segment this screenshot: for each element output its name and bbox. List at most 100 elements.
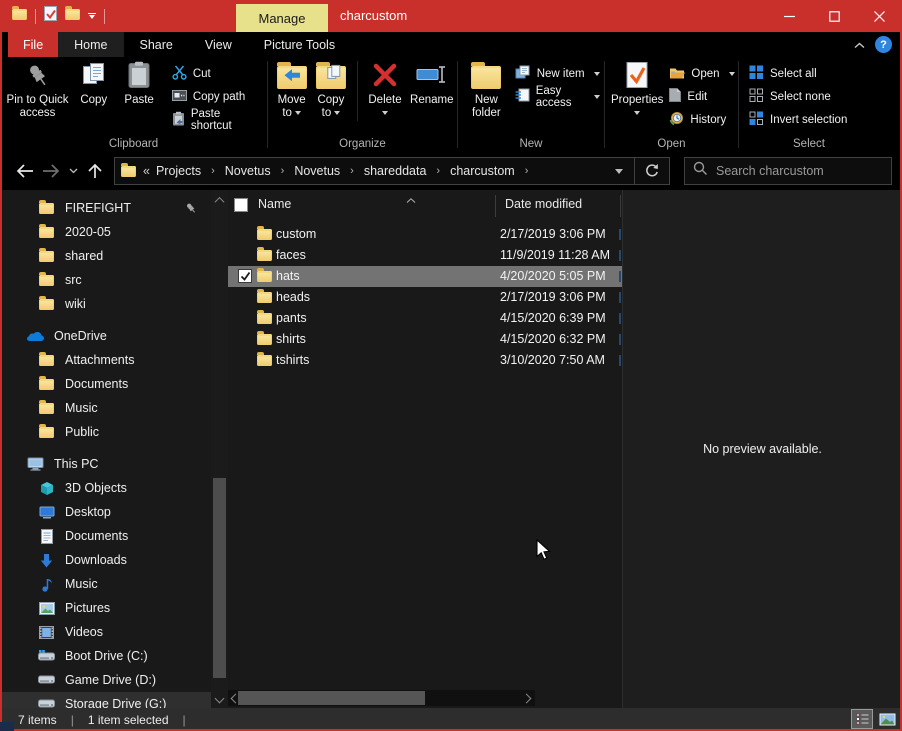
column-divider[interactable] bbox=[495, 195, 496, 217]
row-checkbox-checked[interactable] bbox=[238, 269, 252, 283]
qat-customize-caret-icon[interactable] bbox=[88, 13, 96, 20]
sidebar-item-storage-drive-g[interactable]: Storage Drive (G:) bbox=[0, 692, 211, 708]
refresh-icon[interactable] bbox=[635, 158, 669, 184]
file-row[interactable]: custom2/17/2019 3:06 PM bbox=[228, 224, 622, 245]
copy-to-button[interactable]: Copy to bbox=[311, 57, 350, 120]
delete-button[interactable]: Delete bbox=[364, 57, 407, 120]
sidebar-item-src[interactable]: src bbox=[0, 268, 211, 292]
rename-button[interactable]: Rename bbox=[407, 57, 458, 107]
breadcrumb-item[interactable]: Novetus bbox=[223, 164, 273, 178]
search-icon bbox=[693, 161, 708, 181]
move-to-button[interactable]: Move to bbox=[272, 57, 311, 120]
sidebar-item-documents[interactable]: Documents bbox=[0, 524, 211, 548]
search-input[interactable] bbox=[716, 164, 883, 178]
qat-folder-icon[interactable] bbox=[12, 7, 27, 25]
boot-drive-icon bbox=[37, 650, 56, 662]
file-row[interactable]: faces11/9/2019 11:28 AM bbox=[228, 245, 622, 266]
tab-view[interactable]: View bbox=[189, 32, 248, 57]
preview-pane: No preview available. bbox=[623, 190, 902, 708]
sidebar-item-firefight[interactable]: FIREFIGHT bbox=[0, 196, 211, 220]
horizontal-scrollbar-thumb[interactable] bbox=[238, 691, 425, 705]
paste-button[interactable]: Paste bbox=[116, 57, 161, 107]
sidebar-item-music[interactable]: Music bbox=[0, 572, 211, 596]
select-none-button[interactable]: Select none bbox=[745, 85, 851, 108]
sidebar-item-music-onedrive[interactable]: Music bbox=[0, 396, 211, 420]
collapse-ribbon-icon[interactable] bbox=[854, 36, 865, 54]
sidebar-item-pictures[interactable]: Pictures bbox=[0, 596, 211, 620]
tab-share[interactable]: Share bbox=[124, 32, 189, 57]
breadcrumb-item[interactable]: Projects bbox=[154, 164, 203, 178]
sidebar-item-desktop[interactable]: Desktop bbox=[0, 500, 211, 524]
sidebar-scrollbar-thumb[interactable] bbox=[213, 478, 226, 678]
taskbar-corner bbox=[0, 722, 14, 731]
address-dropdown-icon[interactable] bbox=[604, 158, 634, 184]
minimize-button[interactable] bbox=[767, 0, 812, 32]
sidebar-item-videos[interactable]: Videos bbox=[0, 620, 211, 644]
breadcrumb-item[interactable]: Novetus bbox=[292, 164, 342, 178]
scroll-right-icon[interactable] bbox=[519, 690, 533, 706]
back-button[interactable] bbox=[12, 158, 38, 184]
help-icon[interactable] bbox=[875, 36, 892, 53]
new-folder-button[interactable]: New folder bbox=[464, 57, 509, 120]
sidebar-item-public[interactable]: Public bbox=[0, 420, 211, 444]
qat-folder-icon-2[interactable] bbox=[65, 7, 80, 25]
edit-button[interactable]: Edit bbox=[665, 85, 738, 108]
tab-file[interactable]: File bbox=[8, 32, 58, 57]
sidebar-item-wiki[interactable]: wiki bbox=[0, 292, 211, 316]
copy-button[interactable]: Copy bbox=[71, 57, 116, 107]
cut-button[interactable]: Cut bbox=[168, 62, 267, 85]
sidebar-item-3d-objects[interactable]: 3D Objects bbox=[0, 476, 211, 500]
group-label-clipboard: Clipboard bbox=[0, 138, 267, 150]
details-view-button[interactable] bbox=[851, 709, 873, 729]
scroll-down-icon[interactable] bbox=[211, 690, 228, 706]
ribbon-group-open: Properties Open Edit History bbox=[605, 57, 738, 152]
search-box[interactable] bbox=[684, 157, 892, 185]
easy-access-button[interactable]: Easy access bbox=[511, 85, 604, 108]
file-row[interactable]: tshirts3/10/2020 7:50 AM bbox=[228, 350, 622, 371]
select-all-checkbox[interactable] bbox=[234, 198, 248, 212]
sidebar-item-downloads[interactable]: Downloads bbox=[0, 548, 211, 572]
scroll-up-icon[interactable] bbox=[211, 192, 228, 208]
properties-button[interactable]: Properties bbox=[611, 57, 663, 120]
sidebar-item-2020-05[interactable]: 2020-05 bbox=[0, 220, 211, 244]
invert-selection-button[interactable]: Invert selection bbox=[745, 108, 851, 131]
recent-locations-icon[interactable] bbox=[64, 158, 82, 184]
file-row-selected[interactable]: hats4/20/2020 5:05 PM bbox=[228, 266, 622, 287]
sidebar-scrollbar[interactable] bbox=[211, 190, 228, 708]
open-button[interactable]: Open bbox=[665, 62, 738, 85]
quick-access-toolbar bbox=[0, 6, 105, 26]
file-row[interactable]: shirts4/15/2020 6:32 PM bbox=[228, 329, 622, 350]
new-item-button[interactable]: New item bbox=[511, 62, 604, 85]
qat-properties-icon[interactable] bbox=[44, 6, 57, 26]
column-divider[interactable] bbox=[620, 195, 621, 217]
sidebar-item-game-drive-d[interactable]: Game Drive (D:) bbox=[0, 668, 211, 692]
sidebar-item-documents-onedrive[interactable]: Documents bbox=[0, 372, 211, 396]
thumbnails-view-button[interactable] bbox=[876, 709, 898, 729]
tab-picture-tools[interactable]: Picture Tools bbox=[248, 32, 351, 57]
file-row[interactable]: pants4/15/2020 6:39 PM bbox=[228, 308, 622, 329]
up-button[interactable] bbox=[82, 158, 108, 184]
row-tick bbox=[619, 313, 621, 324]
file-row[interactable]: heads2/17/2019 3:06 PM bbox=[228, 287, 622, 308]
forward-button[interactable] bbox=[38, 158, 64, 184]
copy-path-button[interactable]: Copy path bbox=[168, 85, 267, 108]
sidebar-item-this-pc[interactable]: This PC bbox=[0, 452, 211, 476]
select-all-button[interactable]: Select all bbox=[745, 62, 851, 85]
ribbon-contextual-tab-manage[interactable]: Manage bbox=[236, 4, 328, 32]
maximize-button[interactable] bbox=[812, 0, 857, 32]
column-header-date-modified[interactable]: Date modified bbox=[505, 197, 582, 211]
column-header-name[interactable]: Name bbox=[258, 197, 291, 211]
sidebar-item-boot-drive-c[interactable]: Boot Drive (C:) bbox=[0, 644, 211, 668]
tab-home[interactable]: Home bbox=[58, 32, 123, 57]
pin-to-quick-access-button[interactable]: Pin to Quick access bbox=[4, 57, 71, 120]
address-bar[interactable]: « Projects › Novetus › Novetus › sharedd… bbox=[114, 157, 670, 185]
breadcrumb-item[interactable]: charcustom bbox=[448, 164, 517, 178]
breadcrumb-item[interactable]: shareddata bbox=[362, 164, 429, 178]
horizontal-scrollbar[interactable] bbox=[228, 690, 535, 706]
close-button[interactable] bbox=[857, 0, 902, 32]
sidebar-item-shared[interactable]: shared bbox=[0, 244, 211, 268]
history-button[interactable]: History bbox=[665, 108, 738, 131]
sidebar-item-attachments[interactable]: Attachments bbox=[0, 348, 211, 372]
paste-shortcut-button[interactable]: Paste shortcut bbox=[168, 108, 267, 131]
sidebar-item-onedrive[interactable]: OneDrive bbox=[0, 324, 211, 348]
